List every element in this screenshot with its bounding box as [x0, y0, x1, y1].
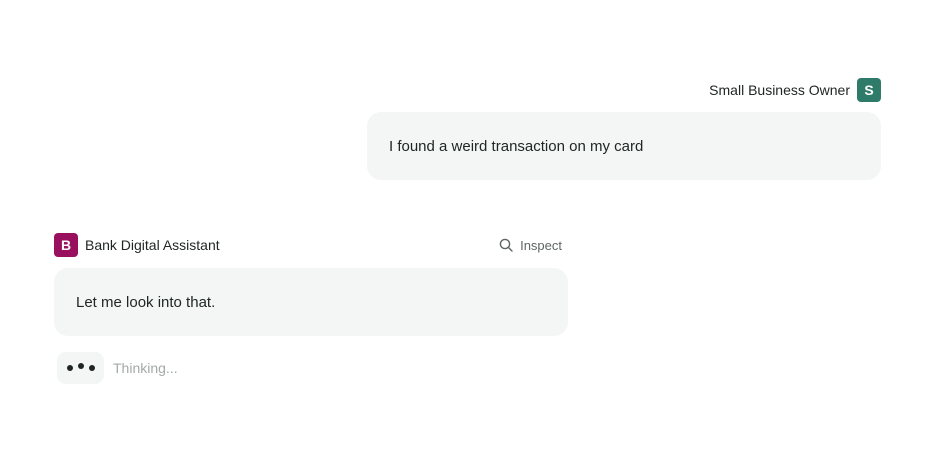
- thinking-indicator: Thinking...: [57, 352, 178, 384]
- search-icon: [499, 238, 513, 252]
- assistant-message-text: Let me look into that.: [76, 293, 216, 311]
- inspect-label: Inspect: [520, 237, 562, 253]
- thinking-label: Thinking...: [113, 360, 178, 376]
- assistant-name: Bank Digital Assistant: [85, 237, 220, 253]
- assistant-avatar: B: [54, 233, 78, 257]
- typing-dot: [77, 363, 84, 369]
- user-message-header: Small Business Owner S: [709, 78, 881, 102]
- user-name: Small Business Owner: [709, 82, 850, 98]
- assistant-message-header: B Bank Digital Assistant Inspect: [54, 233, 568, 257]
- typing-dot: [66, 365, 73, 371]
- chat-page: Small Business Owner S I found a weird t…: [0, 0, 938, 450]
- typing-dots: [57, 352, 104, 384]
- assistant-message-bubble: Let me look into that.: [54, 268, 568, 336]
- user-message-text: I found a weird transaction on my card: [389, 137, 644, 155]
- typing-dot: [88, 365, 95, 371]
- user-avatar: S: [857, 78, 881, 102]
- user-message-bubble: I found a weird transaction on my card: [367, 112, 881, 180]
- inspect-button[interactable]: Inspect: [499, 238, 562, 253]
